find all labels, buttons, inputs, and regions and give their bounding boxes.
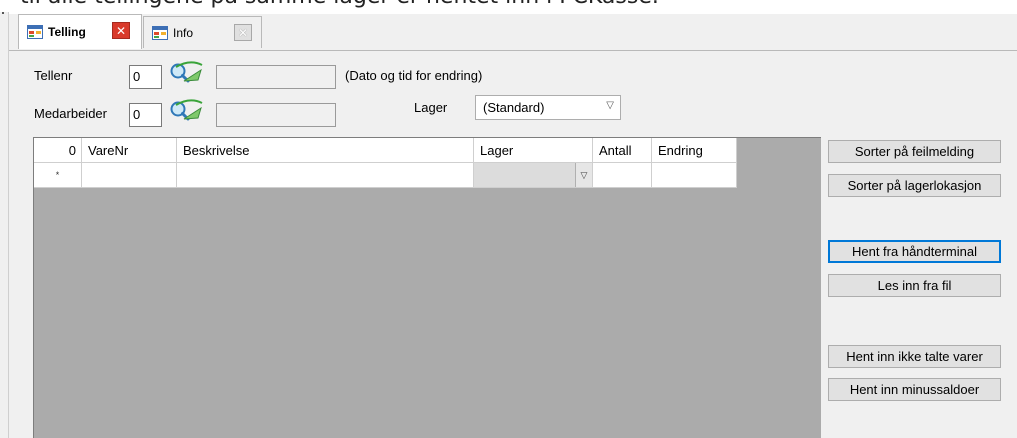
cell-lager-combo[interactable]: ▽ xyxy=(474,163,593,188)
tab-telling[interactable]: Telling ✕ xyxy=(18,14,142,49)
document-text: til alle tellingene på samme lager er he… xyxy=(20,0,659,9)
sort-by-error-button[interactable]: Sorter på feilmelding xyxy=(828,140,1001,163)
tellenr-name-field xyxy=(216,65,336,89)
cell-beskrivelse[interactable] xyxy=(177,163,474,188)
column-header-lager[interactable]: Lager xyxy=(474,138,593,163)
cell-varenr[interactable] xyxy=(82,163,177,188)
row-count-header: 0 xyxy=(34,138,82,163)
close-icon[interactable]: ✕ xyxy=(112,22,130,39)
lookup-magnifier-icon[interactable] xyxy=(168,98,204,126)
new-row-marker: * xyxy=(34,163,82,188)
window-form-icon xyxy=(27,25,43,39)
grid-new-row[interactable]: * ▽ xyxy=(34,163,737,188)
column-header-antall[interactable]: Antall xyxy=(593,138,652,163)
lager-select-value: (Standard) xyxy=(483,100,545,115)
fetch-from-terminal-button[interactable]: Hent fra håndterminal xyxy=(828,240,1001,263)
date-label: (Dato og tid for endring) xyxy=(345,68,483,83)
window-form-icon xyxy=(152,25,168,40)
column-header-endring[interactable]: Endring xyxy=(652,138,737,163)
grid-header-row: 0 VareNr Beskrivelse Lager Antall Endrin… xyxy=(34,138,737,163)
chevron-down-icon: ▽ xyxy=(606,100,614,111)
lager-select[interactable]: (Standard) ▽ xyxy=(475,95,621,120)
cell-antall[interactable] xyxy=(593,163,652,188)
medarbeider-name-field xyxy=(216,103,336,127)
column-header-beskrivelse[interactable]: Beskrivelse xyxy=(177,138,474,163)
tab-info[interactable]: Info ✕ xyxy=(143,16,262,48)
tellenr-label: Tellenr xyxy=(34,68,73,83)
cell-endring[interactable] xyxy=(652,163,737,188)
count-grid[interactable]: 0 VareNr Beskrivelse Lager Antall Endrin… xyxy=(33,137,821,438)
fetch-uncounted-button[interactable]: Hent inn ikke talte varer xyxy=(828,345,1001,368)
column-header-varenr[interactable]: VareNr xyxy=(82,138,177,163)
lookup-magnifier-icon[interactable] xyxy=(168,60,204,88)
chevron-down-icon[interactable]: ▽ xyxy=(575,163,592,187)
tab-label: Info xyxy=(173,25,194,40)
sort-by-location-button[interactable]: Sorter på lagerlokasjon xyxy=(828,174,1001,197)
tellenr-input[interactable]: 0 xyxy=(129,65,162,89)
tab-label: Telling xyxy=(48,25,86,39)
document-text-strip: til alle tellingene på samme lager er he… xyxy=(0,0,1017,12)
left-margin xyxy=(0,12,8,438)
read-from-file-button[interactable]: Les inn fra fil xyxy=(828,274,1001,297)
medarbeider-label: Medarbeider xyxy=(34,106,107,121)
close-icon[interactable]: ✕ xyxy=(234,24,252,41)
medarbeider-input[interactable]: 0 xyxy=(129,103,162,127)
fetch-negative-balance-button[interactable]: Hent inn minussaldoer xyxy=(828,378,1001,401)
corner-marker xyxy=(2,12,4,14)
lager-label: Lager xyxy=(414,100,448,115)
